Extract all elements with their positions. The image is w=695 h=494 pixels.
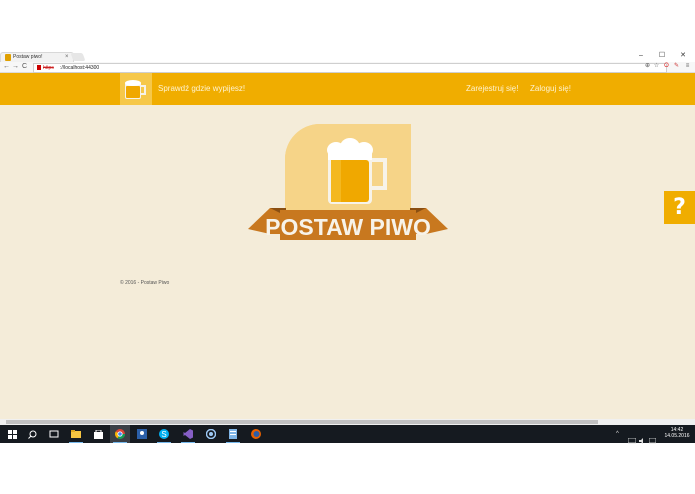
zoom-icon[interactable]: ⊕ — [644, 63, 651, 70]
volume-icon[interactable] — [639, 431, 646, 444]
network-icon[interactable] — [627, 431, 637, 444]
tab-close-icon[interactable]: × — [65, 53, 69, 62]
menu-icon[interactable]: ≡ — [684, 63, 691, 70]
search-icon[interactable] — [22, 425, 42, 443]
star-icon[interactable]: ☆ — [653, 63, 660, 70]
login-link[interactable]: Zaloguj się! — [530, 73, 571, 105]
close-window-button[interactable]: ✕ — [672, 50, 694, 61]
app-circle-icon[interactable] — [201, 425, 221, 443]
banner-text: POSTAW PIWO — [265, 214, 431, 240]
file-explorer-icon[interactable] — [66, 425, 86, 443]
clock[interactable]: 14:42 14.05.2016 — [662, 427, 692, 439]
app-document-icon[interactable] — [223, 425, 243, 443]
opera-icon[interactable]: O — [663, 63, 670, 70]
chrome-icon[interactable] — [110, 425, 130, 443]
url-scheme: https — [43, 65, 54, 71]
nav-brand-link[interactable]: Sprawdź gdzie wypijesz! — [158, 73, 245, 105]
extension-icon[interactable]: ✎ — [673, 63, 680, 70]
forward-button[interactable]: → — [12, 62, 19, 72]
visual-studio-icon[interactable] — [178, 425, 198, 443]
beer-logo-icon[interactable] — [120, 73, 152, 105]
url-bar[interactable]: https ://localhost:44300 — [33, 63, 667, 73]
new-tab-button[interactable] — [70, 53, 86, 61]
minimize-button[interactable]: – — [630, 50, 652, 61]
app-user-icon[interactable] — [132, 425, 152, 443]
maximize-button[interactable]: ☐ — [651, 50, 673, 61]
tray-chevron-icon[interactable]: ^ — [616, 425, 619, 443]
store-icon[interactable] — [88, 425, 108, 443]
skype-icon[interactable]: S — [154, 425, 174, 443]
url-host: ://localhost:44300 — [60, 65, 100, 71]
reload-button[interactable]: C — [22, 62, 27, 72]
tab-title: Postaw piwo! — [13, 54, 43, 60]
svg-text:S: S — [161, 430, 166, 439]
task-view-icon[interactable] — [44, 425, 64, 443]
windows-start-icon[interactable] — [2, 425, 22, 443]
taskbar: S ^ 14:42 14.05.2016 — [0, 425, 695, 444]
postaw-piwo-logo: POSTAW PIWO — [248, 124, 448, 246]
lock-icon — [37, 65, 41, 70]
notifications-icon[interactable] — [648, 431, 657, 444]
register-link[interactable]: Zarejestruj się! — [466, 73, 518, 105]
back-button[interactable]: ← — [3, 62, 10, 72]
firefox-icon[interactable] — [246, 425, 266, 443]
favicon-icon — [5, 54, 11, 61]
help-button[interactable]: ? — [664, 191, 695, 224]
site-navbar: Sprawdź gdzie wypijesz! Zarejestruj się!… — [0, 73, 695, 105]
footer-copyright: © 2016 - Postaw Piwo — [120, 280, 170, 286]
page-viewport: Sprawdź gdzie wypijesz! Zarejestruj się!… — [0, 73, 695, 419]
clock-date: 14.05.2016 — [664, 433, 690, 439]
scrollbar-thumb[interactable] — [6, 420, 598, 424]
